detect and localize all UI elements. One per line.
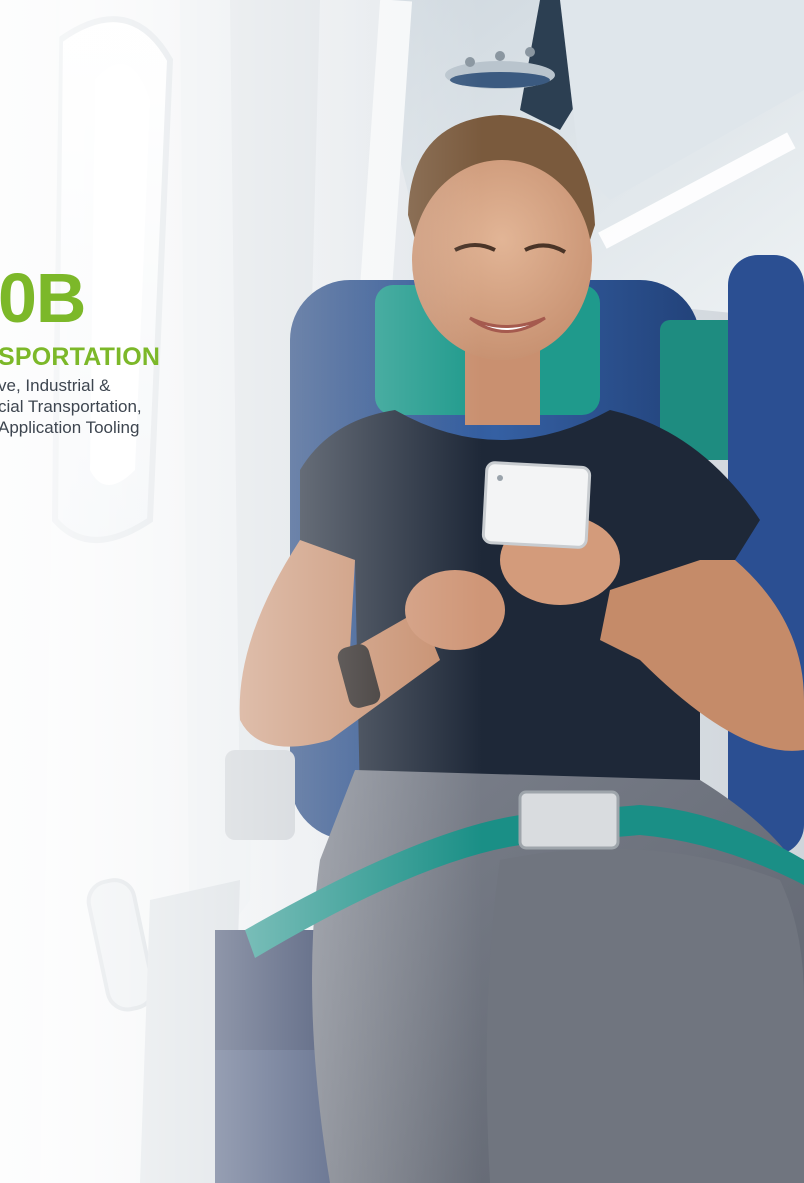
airplane-cabin-photo: [0, 0, 804, 1183]
description-line: cial Transportation,: [0, 397, 142, 416]
slide-canvas: 0B SPORTATION ve, Industrial & cial Tran…: [0, 0, 804, 1183]
headline-value: 0B: [0, 259, 86, 337]
description-line: Application Tooling: [0, 418, 140, 437]
segment-info-block: 0B SPORTATION ve, Industrial & cial Tran…: [0, 262, 160, 438]
segment-title: SPORTATION: [0, 343, 161, 371]
description-line: ve, Industrial &: [0, 376, 111, 395]
segment-description: ve, Industrial & cial Transportation, Ap…: [0, 375, 160, 438]
